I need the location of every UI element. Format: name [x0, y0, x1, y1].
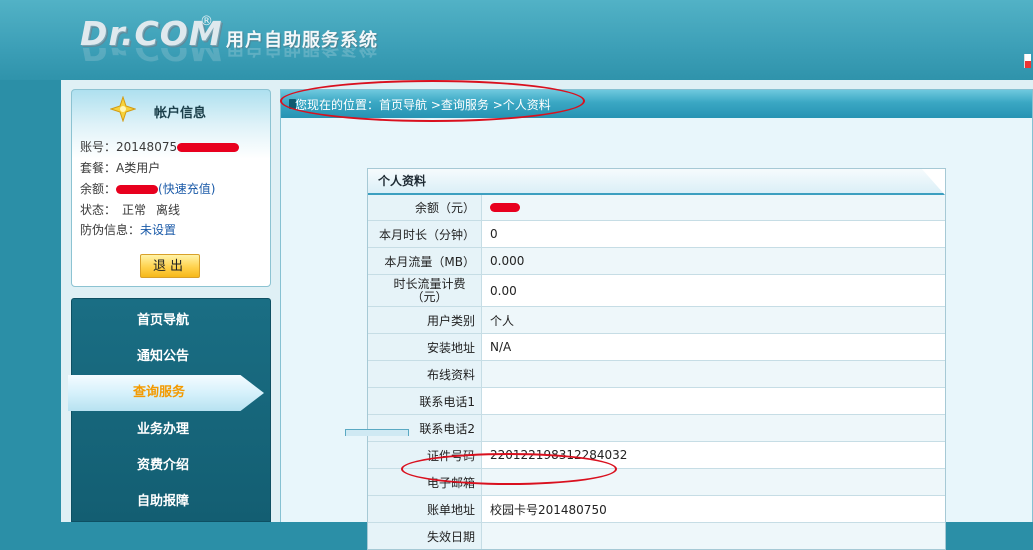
table-row: 本月流量（MB） 0.000	[368, 248, 945, 275]
row-label: 本月时长（分钟）	[368, 221, 482, 247]
balance-label: 余额：	[80, 182, 117, 196]
anti-fake-label: 防伪信息：	[80, 223, 141, 237]
package-label: 套餐：	[80, 161, 117, 175]
account-number-row: 账号：20148075	[80, 138, 240, 155]
row-label: 本月流量（MB）	[368, 248, 482, 274]
package-row: 套餐：A类用户	[80, 159, 160, 176]
row-label: 余额（元）	[368, 195, 482, 220]
redaction-mark	[177, 143, 240, 152]
account-panel: 帐户信息 账号：20148075 套餐：A类用户 余额： (快速充值) 状态： 正常…	[71, 89, 271, 287]
nav-item-report[interactable]: 自助报障	[72, 484, 270, 520]
row-value	[482, 361, 945, 387]
row-label: 用户类别	[368, 307, 482, 333]
redaction-mark	[116, 185, 159, 194]
submit-button-partial[interactable]	[345, 429, 409, 436]
nav-item-query[interactable]: 查询服务	[68, 375, 264, 411]
table-row: 账单地址 校园卡号201480750	[368, 496, 945, 523]
row-value	[482, 195, 945, 220]
row-label: 安装地址	[368, 334, 482, 360]
table-row: 余额（元）	[368, 195, 945, 221]
row-label: 账单地址	[368, 496, 482, 522]
table-row: 失效日期	[368, 523, 945, 549]
row-label: 联系电话1	[368, 388, 482, 414]
scrollbar-corner	[1024, 54, 1031, 68]
row-value	[482, 415, 945, 441]
row-label: 失效日期	[368, 523, 482, 549]
anti-fake-link[interactable]: 未设置	[140, 223, 176, 237]
status-label: 状态：	[80, 203, 117, 217]
sidebar-nav: 首页导航 通知公告 查询服务 业务办理 资费介绍 自助报障	[68, 298, 271, 522]
profile-title: 个人资料	[368, 169, 945, 195]
package-value: A类用户	[116, 161, 161, 175]
status-offline: 离线	[156, 203, 181, 217]
account-number-label: 账号：	[80, 140, 117, 154]
content-body: 个人资料 余额（元） 本月时长（分钟） 0 本月流量（MB） 0.000 时长流…	[281, 118, 1032, 550]
content-panel: 您现在的位置：首页导航 >查询服务 >个人资料 个人资料 余额（元） 本月时长（…	[280, 89, 1033, 550]
anti-fake-row: 防伪信息：未设置	[80, 221, 176, 238]
account-number-value: 20148075	[116, 140, 178, 154]
row-label: 时长流量计费（元）	[368, 275, 482, 306]
row-value: 0.000	[482, 248, 945, 274]
nav-item-business[interactable]: 业务办理	[72, 412, 270, 448]
row-value: 0	[482, 221, 945, 247]
star-icon	[110, 96, 136, 122]
table-row: 布线资料	[368, 361, 945, 388]
redaction-mark	[490, 203, 520, 212]
row-value: N/A	[482, 334, 945, 360]
row-value: 0.00	[482, 275, 945, 306]
header-banner: Dr.COM Dr.COM ® 用户自助服务系统 用户自助服务系统	[0, 0, 1033, 80]
row-value	[482, 388, 945, 414]
profile-table: 个人资料 余额（元） 本月时长（分钟） 0 本月流量（MB） 0.000 时长流…	[367, 168, 946, 550]
table-row: 安装地址 N/A	[368, 334, 945, 361]
row-label: 布线资料	[368, 361, 482, 387]
logout-button[interactable]: 退出	[140, 254, 200, 278]
row-label: 联系电话2	[368, 415, 482, 441]
row-value	[482, 523, 945, 549]
table-row: 本月时长（分钟） 0	[368, 221, 945, 248]
balance-row: 余额： (快速充值)	[80, 180, 215, 197]
app-title-reflection: 用户自助服务系统	[226, 48, 378, 62]
nav-item-tariff[interactable]: 资费介绍	[72, 448, 270, 484]
status-normal: 正常	[122, 203, 147, 217]
breadcrumb-highlight	[280, 80, 585, 122]
nav-item-notices[interactable]: 通知公告	[72, 339, 270, 375]
status-row: 状态： 正常 离线	[80, 201, 180, 218]
row-value: 校园卡号201480750	[482, 496, 945, 522]
logo-reflection: Dr.COM	[80, 48, 223, 68]
billing-address-highlight	[401, 453, 617, 485]
quick-recharge-link[interactable]: (快速充值)	[158, 182, 215, 196]
table-row: 联系电话1	[368, 388, 945, 415]
nav-item-home[interactable]: 首页导航	[72, 303, 270, 339]
registered-mark: ®	[200, 14, 213, 29]
table-row: 联系电话2	[368, 415, 945, 442]
account-header: 帐户信息	[72, 90, 270, 128]
table-row: 用户类别 个人	[368, 307, 945, 334]
table-row: 时长流量计费（元） 0.00	[368, 275, 945, 307]
account-title: 帐户信息	[154, 106, 207, 121]
row-value: 个人	[482, 307, 945, 333]
